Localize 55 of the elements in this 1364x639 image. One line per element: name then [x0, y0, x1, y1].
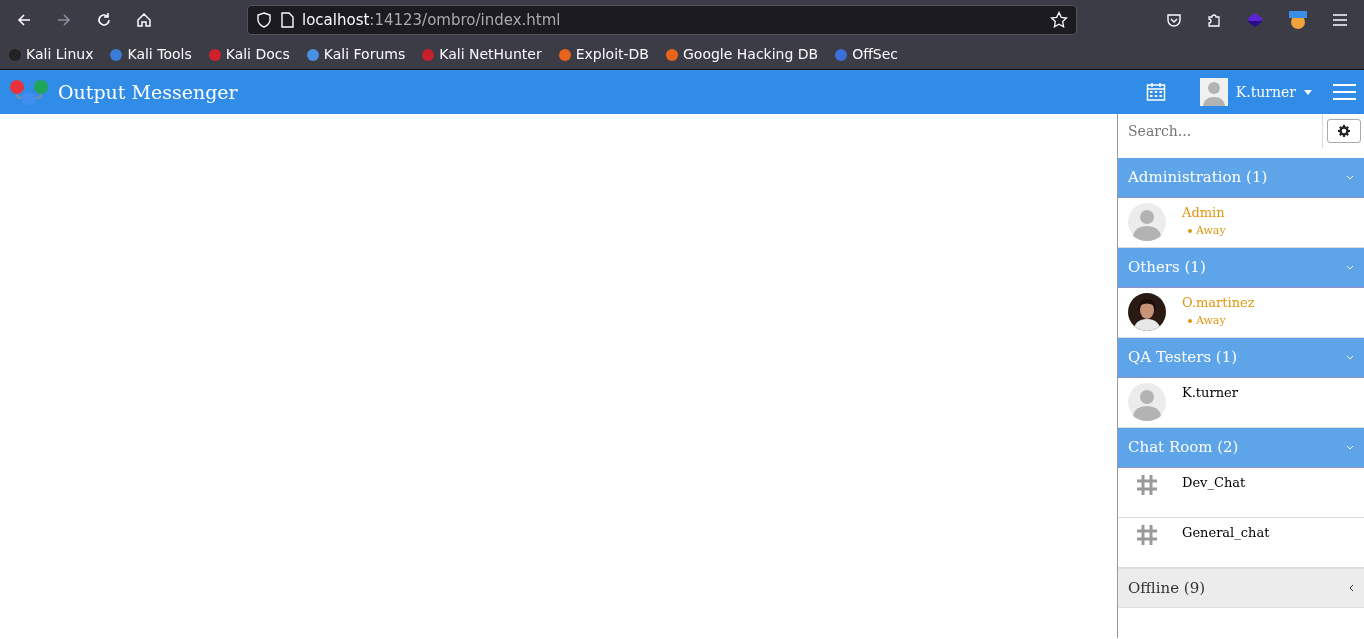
- status-dot-icon: [1188, 318, 1192, 323]
- home-icon[interactable]: [136, 12, 152, 28]
- settings-icon: [1338, 125, 1350, 137]
- page-icon: [280, 12, 294, 28]
- menu-icon[interactable]: [1333, 83, 1356, 101]
- bookmark-icon: [305, 47, 320, 62]
- settings-button[interactable]: [1327, 119, 1361, 143]
- hashtag-icon: [1135, 473, 1159, 497]
- chevron-left-icon: [1349, 584, 1354, 592]
- bookmark-link[interactable]: Exploit-DB: [557, 44, 649, 65]
- chevron-down-icon: [1346, 355, 1354, 360]
- bookmark-link[interactable]: Kali Forums: [305, 44, 406, 65]
- bookmark-link[interactable]: Kali Linux: [8, 44, 94, 65]
- menu-icon[interactable]: [1332, 13, 1348, 27]
- status-text: Away: [1182, 312, 1255, 329]
- contact-name: O.martinez: [1182, 294, 1255, 312]
- app-title: Output Messenger: [58, 79, 238, 105]
- forward-icon[interactable]: [56, 12, 72, 28]
- bookmark-icon: [109, 47, 124, 62]
- contact-name: General_chat: [1182, 524, 1270, 542]
- chevron-down-icon: [1346, 445, 1354, 450]
- avatar-icon: [1128, 203, 1166, 241]
- status-dot-icon: [1188, 228, 1192, 233]
- bookmark-icon: [557, 47, 572, 62]
- star-icon[interactable]: [1050, 11, 1068, 29]
- bookmark-icon: [665, 47, 679, 62]
- bookmark-link[interactable]: Google Hacking DB: [665, 44, 819, 65]
- group-header[interactable]: Offline (9): [1118, 568, 1364, 608]
- back-icon[interactable]: [16, 12, 32, 28]
- contact-name: K.turner: [1182, 384, 1238, 402]
- reload-icon[interactable]: [96, 12, 112, 28]
- logo-icon: [8, 77, 50, 107]
- bookmark-link[interactable]: OffSec: [834, 44, 899, 65]
- pocket-icon[interactable]: [1166, 12, 1182, 28]
- address-bar[interactable]: localhost:14123/ombro/index.html: [247, 5, 1077, 35]
- bookmark-icon: [207, 47, 222, 62]
- contact-name: Admin: [1182, 204, 1226, 222]
- hashtag-icon: [1135, 523, 1159, 547]
- bookmark-icon: [421, 47, 436, 62]
- calendar-icon[interactable]: [1145, 82, 1166, 102]
- chevron-down-icon: [1346, 175, 1354, 180]
- puzzle-icon[interactable]: [1206, 12, 1222, 28]
- bookmark-link[interactable]: Kali Docs: [207, 44, 290, 65]
- status-text: Away: [1182, 222, 1226, 239]
- avatar-icon: [1128, 383, 1166, 421]
- contact-item[interactable]: Dev_Chat: [1118, 468, 1364, 518]
- shield-icon: [256, 12, 272, 28]
- caret-icon: [1304, 89, 1312, 95]
- chevron-down-icon: [1346, 265, 1354, 270]
- avatar-icon: [1199, 78, 1228, 106]
- bookmark-link[interactable]: Kali NetHunter: [421, 44, 542, 65]
- contact-name: Dev_Chat: [1182, 474, 1246, 492]
- bookmark-icon: [834, 47, 849, 62]
- bookmark-icon: [8, 47, 22, 62]
- bookmark-link[interactable]: Kali Tools: [109, 44, 192, 65]
